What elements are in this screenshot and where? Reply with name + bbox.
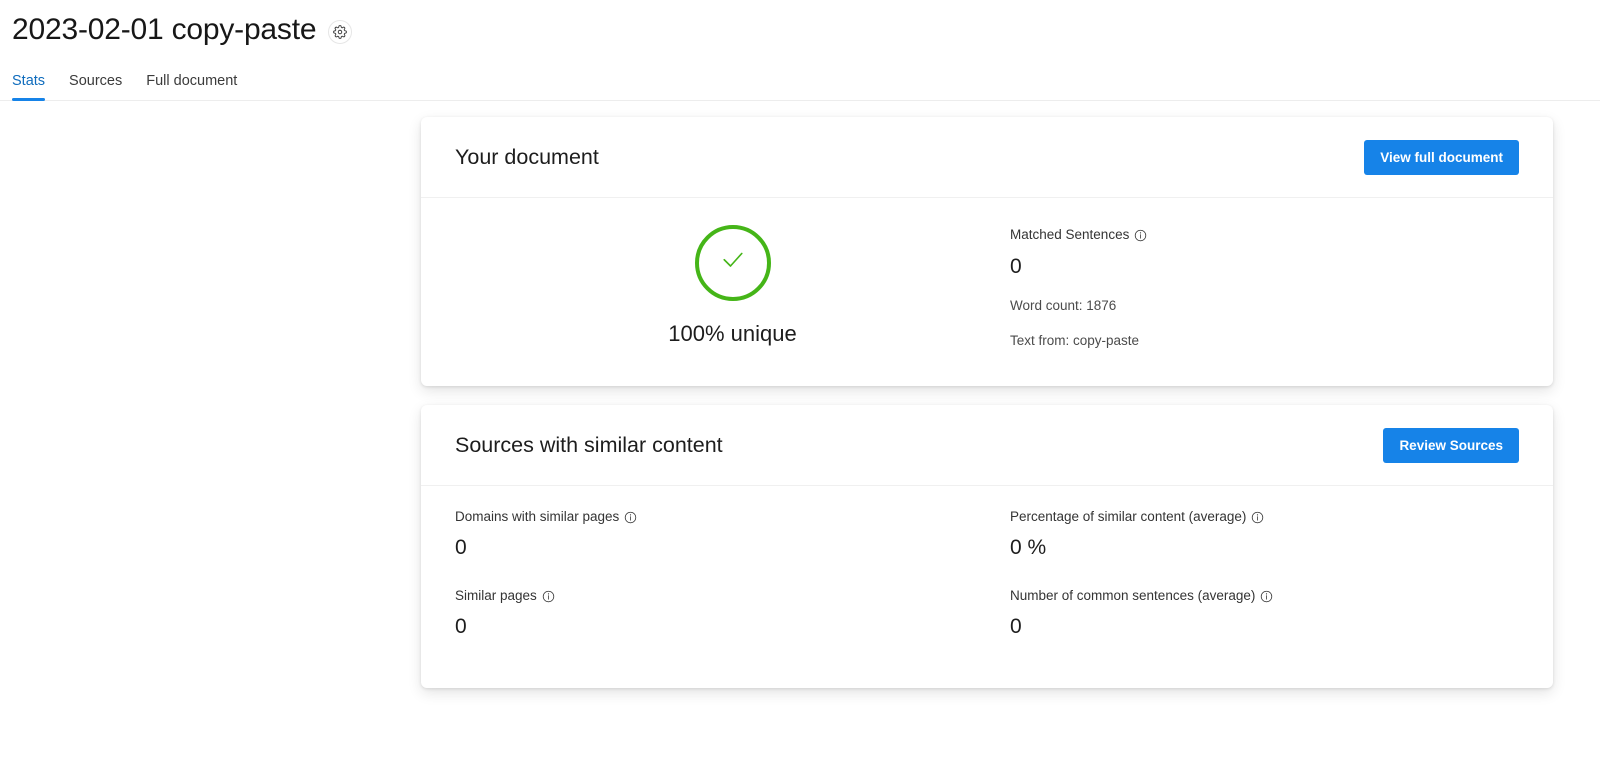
metric-label: Similar pages xyxy=(455,588,537,603)
metric-label: Percentage of similar content (average) xyxy=(1010,509,1247,524)
matched-sentences-value: 0 xyxy=(1010,255,1022,278)
info-icon[interactable] xyxy=(1251,511,1264,524)
tab-bar: Stats Sources Full document xyxy=(0,64,1600,101)
info-icon[interactable] xyxy=(542,590,555,603)
review-sources-button[interactable]: Review Sources xyxy=(1383,427,1519,463)
matched-sentences-label-row: Matched Sentences xyxy=(1010,226,1519,244)
metric-value: 0 xyxy=(1010,615,1022,638)
matched-sentences-label: Matched Sentences xyxy=(1010,227,1130,242)
metric-label: Number of common sentences (average) xyxy=(1010,588,1256,603)
document-stats: Matched Sentences 0 Word count: 1876 Tex… xyxy=(1010,222,1519,350)
metric-similar-pages: Similar pages 0 xyxy=(455,587,1010,640)
sources-card-title: Sources with similar content xyxy=(455,432,723,457)
tab-sources[interactable]: Sources xyxy=(57,73,134,100)
your-document-card-body: 100% unique Matched Sentences 0 Word cou… xyxy=(421,198,1553,386)
uniqueness-label: 100% unique xyxy=(668,321,797,346)
page-header: 2023-02-01 copy-paste xyxy=(0,0,1600,50)
uniqueness-ring xyxy=(694,225,771,301)
metric-label-row: Domains with similar pages xyxy=(455,508,1010,526)
metric-label-row: Similar pages xyxy=(455,587,1010,605)
info-icon[interactable] xyxy=(1260,590,1273,603)
metric-value: 0 % xyxy=(1010,536,1047,559)
tab-full-document[interactable]: Full document xyxy=(134,73,249,100)
text-from-text: Text from: copy-paste xyxy=(1010,333,1140,348)
page-title: 2023-02-01 copy-paste xyxy=(12,13,317,46)
metric-label-row: Number of common sentences (average) xyxy=(1010,587,1519,605)
info-icon[interactable] xyxy=(624,511,637,524)
metric-percentage-of-similar-content: Percentage of similar content (average) … xyxy=(1010,508,1519,561)
your-document-card: Your document View full document 100% un… xyxy=(421,117,1553,386)
metric-label-row: Percentage of similar content (average) xyxy=(1010,508,1519,526)
settings-gear-button[interactable] xyxy=(328,20,353,44)
view-full-document-button[interactable]: View full document xyxy=(1364,139,1519,175)
metric-value: 0 xyxy=(455,615,467,638)
info-icon[interactable] xyxy=(1134,229,1147,242)
word-count-text: Word count: 1876 xyxy=(1010,298,1117,313)
main-content: Your document View full document 100% un… xyxy=(0,101,1600,688)
sources-card: Sources with similar content Review Sour… xyxy=(421,405,1553,688)
sources-card-header: Sources with similar content Review Sour… xyxy=(421,405,1553,486)
check-icon xyxy=(718,246,748,281)
metric-value: 0 xyxy=(455,536,467,559)
uniqueness-summary: 100% unique xyxy=(455,222,1010,347)
metric-label: Domains with similar pages xyxy=(455,509,620,524)
your-document-title: Your document xyxy=(455,144,599,169)
sources-card-body: Domains with similar pages 0 Percentage … xyxy=(421,486,1553,688)
metric-domains-with-similar-pages: Domains with similar pages 0 xyxy=(455,508,1010,561)
metric-number-of-common-sentences: Number of common sentences (average) 0 xyxy=(1010,587,1519,640)
tab-stats[interactable]: Stats xyxy=(12,73,57,101)
gear-icon xyxy=(333,25,348,39)
your-document-card-header: Your document View full document xyxy=(421,117,1553,198)
